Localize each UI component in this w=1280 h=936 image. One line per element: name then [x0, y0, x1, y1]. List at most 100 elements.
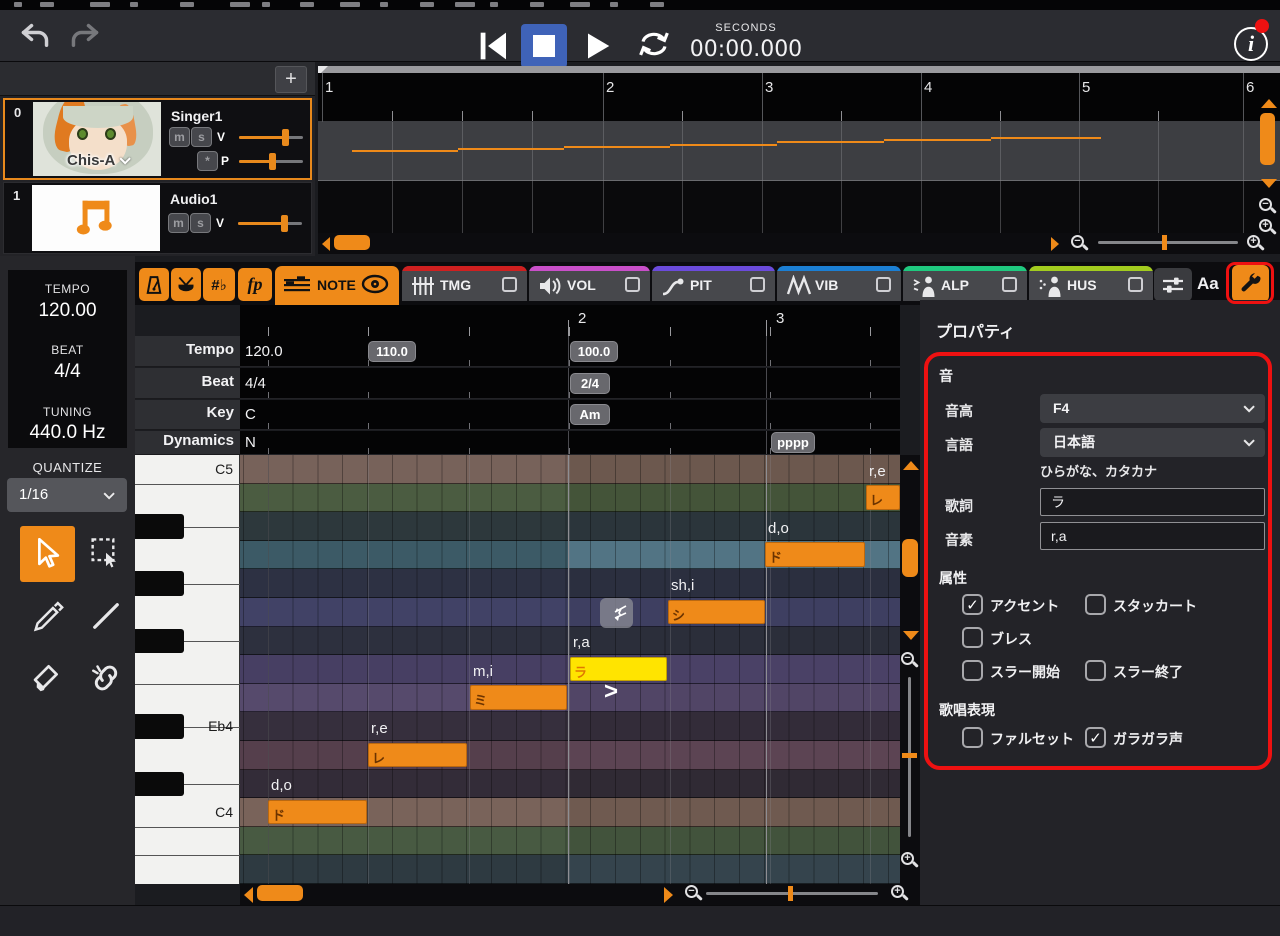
arrangement-vertical-scrollbar[interactable]: −+: [1258, 73, 1280, 233]
scrollbar-thumb[interactable]: [334, 235, 370, 250]
metronome-button[interactable]: [139, 268, 169, 301]
key-change-badge[interactable]: Am: [570, 404, 610, 425]
piano-roll-grid[interactable]: d,oドr,eレm,iミr,aラsh,iシd,oドr,eレ>: [240, 455, 900, 884]
track-row-audio[interactable]: 1 Audio1 m s V: [3, 182, 312, 254]
piano-roll-ruler[interactable]: 23: [240, 305, 900, 336]
quantize-select[interactable]: 1/16: [7, 478, 127, 512]
accidental-button[interactable]: #♭: [203, 268, 235, 301]
play-button[interactable]: [578, 24, 618, 68]
black-key-F#4[interactable]: [135, 629, 184, 654]
scrollbar-thumb[interactable]: [902, 539, 918, 577]
track-row-singer[interactable]: 0 Chis-A Singer1 m s V * P: [3, 98, 312, 180]
zoom-in-icon[interactable]: +: [1258, 218, 1278, 238]
accent-marker[interactable]: >: [604, 678, 618, 706]
zoom-out-icon[interactable]: −: [1070, 234, 1090, 254]
tool-line-button[interactable]: [84, 590, 128, 642]
piano-keyboard[interactable]: C5Eb4C4: [135, 455, 240, 884]
midi-note[interactable]: レ: [866, 485, 900, 510]
scroll-arrow-left-icon[interactable]: [244, 887, 253, 903]
scroll-arrow-up-icon[interactable]: [1261, 99, 1277, 108]
midi-note[interactable]: ミ: [470, 685, 567, 710]
note-visibility-eye-icon[interactable]: [361, 274, 389, 294]
zoom-slider-handle[interactable]: [788, 886, 793, 901]
mute-button[interactable]: m: [169, 127, 190, 147]
track-name[interactable]: Audio1: [170, 191, 217, 207]
tool-pencil-button[interactable]: [20, 590, 75, 642]
zoom-in-icon[interactable]: +: [890, 884, 910, 904]
zoom-in-icon[interactable]: +: [900, 851, 920, 871]
midi-note-selected[interactable]: ラ: [570, 657, 667, 682]
scroll-arrow-right-icon[interactable]: [664, 887, 673, 903]
tempo-change-badge[interactable]: 100.0: [570, 341, 618, 362]
zoom-slider-handle[interactable]: [1162, 235, 1167, 250]
arrangement-ruler[interactable]: 123456: [318, 73, 1280, 122]
arrangement-drag-strip[interactable]: [318, 66, 1280, 73]
time-unit-label[interactable]: SECONDS: [676, 22, 816, 34]
tab-vol[interactable]: VOL: [529, 266, 650, 301]
midi-note[interactable]: シ: [668, 600, 765, 625]
volume-slider-thumb[interactable]: [282, 129, 289, 146]
undo-button[interactable]: [16, 18, 54, 54]
tool-unlink-button[interactable]: [84, 652, 128, 704]
dynamics-change-badge[interactable]: pppp: [771, 432, 815, 453]
tool-eraser-button[interactable]: [20, 652, 75, 704]
tab-tmg[interactable]: TMG: [402, 266, 527, 301]
mixer-button[interactable]: [1154, 268, 1192, 301]
tab-note[interactable]: NOTE: [275, 266, 399, 307]
tempo-change-badge[interactable]: 110.0: [368, 341, 416, 362]
pan-slider-thumb[interactable]: [269, 153, 276, 170]
tab-vib[interactable]: VIB: [777, 266, 901, 301]
volume-slider-thumb[interactable]: [281, 215, 288, 232]
beat-row[interactable]: 4/42/4: [240, 368, 900, 399]
tab-checkbox[interactable]: [502, 277, 517, 292]
midi-note[interactable]: ド: [268, 800, 367, 825]
zoom-slider-track[interactable]: [1098, 241, 1238, 244]
tab-checkbox[interactable]: [750, 277, 765, 292]
format-button[interactable]: Aa: [1197, 274, 1219, 294]
tab-checkbox[interactable]: [625, 277, 640, 292]
volume-slider[interactable]: [238, 222, 302, 225]
tab-checkbox[interactable]: [1002, 277, 1017, 292]
scroll-arrow-down-icon[interactable]: [903, 631, 919, 640]
tempo-row[interactable]: 120.0110.0100.0: [240, 336, 900, 367]
drum-button[interactable]: [171, 268, 201, 301]
garagara-voice-marker[interactable]: [600, 598, 633, 628]
zoom-out-icon[interactable]: −: [684, 884, 704, 904]
voice-name-label[interactable]: Chis-A: [33, 152, 161, 169]
volume-slider[interactable]: [239, 136, 303, 139]
stop-button[interactable]: [521, 24, 567, 68]
mute-button[interactable]: m: [168, 213, 189, 233]
skip-to-start-button[interactable]: [474, 24, 514, 68]
black-key-A#4[interactable]: [135, 514, 184, 539]
dynamics-row[interactable]: Npppp: [240, 431, 900, 455]
tab-checkbox[interactable]: [876, 277, 891, 292]
scroll-arrow-up-icon[interactable]: [903, 461, 919, 470]
tab-checkbox[interactable]: [1128, 277, 1143, 292]
tool-marquee-select-button[interactable]: [84, 528, 128, 580]
pan-slider[interactable]: [239, 160, 303, 163]
add-track-button[interactable]: +: [275, 66, 307, 93]
scroll-arrow-right-icon[interactable]: [1051, 237, 1059, 251]
solo-button[interactable]: s: [191, 127, 212, 147]
redo-button[interactable]: [66, 18, 104, 54]
midi-note[interactable]: レ: [368, 743, 467, 768]
solo-button[interactable]: s: [190, 213, 211, 233]
zoom-out-icon[interactable]: −: [1258, 197, 1278, 217]
black-key-G#4[interactable]: [135, 571, 184, 596]
dynamics-button[interactable]: fp: [238, 268, 272, 301]
audio-track-thumbnail[interactable]: [32, 185, 160, 251]
tab-alp[interactable]: ALP: [903, 266, 1027, 301]
track-name[interactable]: Singer1: [171, 108, 222, 124]
beat-change-badge[interactable]: 2/4: [570, 373, 610, 394]
zoom-slider-handle[interactable]: [902, 753, 917, 758]
piano-roll-horizontal-scrollbar[interactable]: −+: [240, 884, 920, 905]
zoom-out-icon[interactable]: −: [900, 651, 920, 671]
midi-note[interactable]: ド: [765, 542, 865, 567]
scroll-arrow-down-icon[interactable]: [1261, 179, 1277, 188]
tab-hus[interactable]: HUS: [1029, 266, 1153, 301]
black-key-D#4[interactable]: [135, 714, 184, 739]
scrollbar-thumb[interactable]: [1260, 113, 1275, 165]
arrangement-horizontal-scrollbar[interactable]: −+: [318, 233, 1280, 254]
freeze-button[interactable]: *: [197, 151, 218, 171]
tool-cursor-button[interactable]: [20, 526, 75, 582]
